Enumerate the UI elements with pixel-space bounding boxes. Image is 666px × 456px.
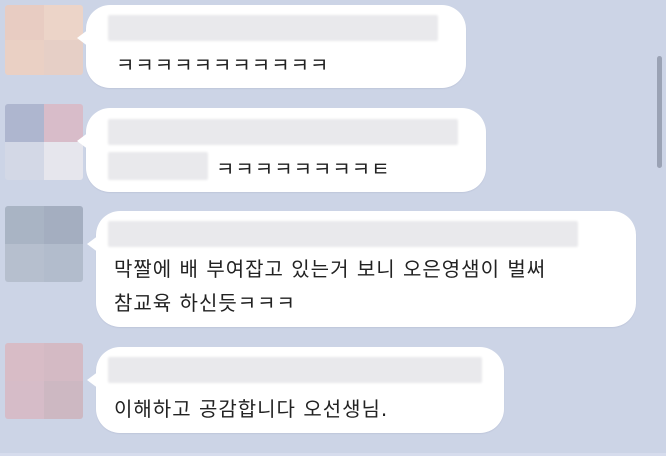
message-line: 막짤에 배 부여잡고 있는거 보니 오은영샘이 벌써	[114, 257, 547, 281]
message-line: 참교육 하신듯ㅋㅋㅋ	[114, 291, 296, 315]
avatar[interactable]	[5, 343, 83, 419]
message-text: ㅋㅋㅋㅋㅋㅋㅋㅋㅌ	[216, 157, 391, 181]
avatar[interactable]	[5, 206, 83, 282]
avatar[interactable]	[5, 104, 83, 180]
message-bubble[interactable]: ㅋㅋㅋㅋㅋㅋㅋㅋㅌ	[77, 108, 486, 192]
blurred-text	[108, 152, 208, 180]
message-bubble[interactable]: 막짤에 배 부여잡고 있는거 보니 오은영샘이 벌써 참교육 하신듯ㅋㅋㅋ	[87, 211, 636, 327]
scrollbar[interactable]	[657, 56, 662, 168]
message-bubble[interactable]: ㅋㅋㅋㅋㅋㅋㅋㅋㅋㅋㅋ	[77, 5, 466, 88]
message-text: 이해하고 공감합니다 오선생님.	[114, 397, 389, 421]
blurred-sender-name	[108, 357, 482, 383]
avatar[interactable]	[5, 5, 83, 75]
blurred-sender-name	[108, 221, 578, 247]
blurred-sender-name	[108, 15, 438, 41]
message-bubble[interactable]: 이해하고 공감합니다 오선생님.	[87, 347, 504, 433]
blurred-sender-name	[108, 119, 458, 145]
message-text: ㅋㅋㅋㅋㅋㅋㅋㅋㅋㅋㅋ	[116, 53, 330, 77]
message-text: 막짤에 배 부여잡고 있는거 보니 오은영샘이 벌써 참교육 하신듯ㅋㅋㅋ	[114, 252, 626, 320]
